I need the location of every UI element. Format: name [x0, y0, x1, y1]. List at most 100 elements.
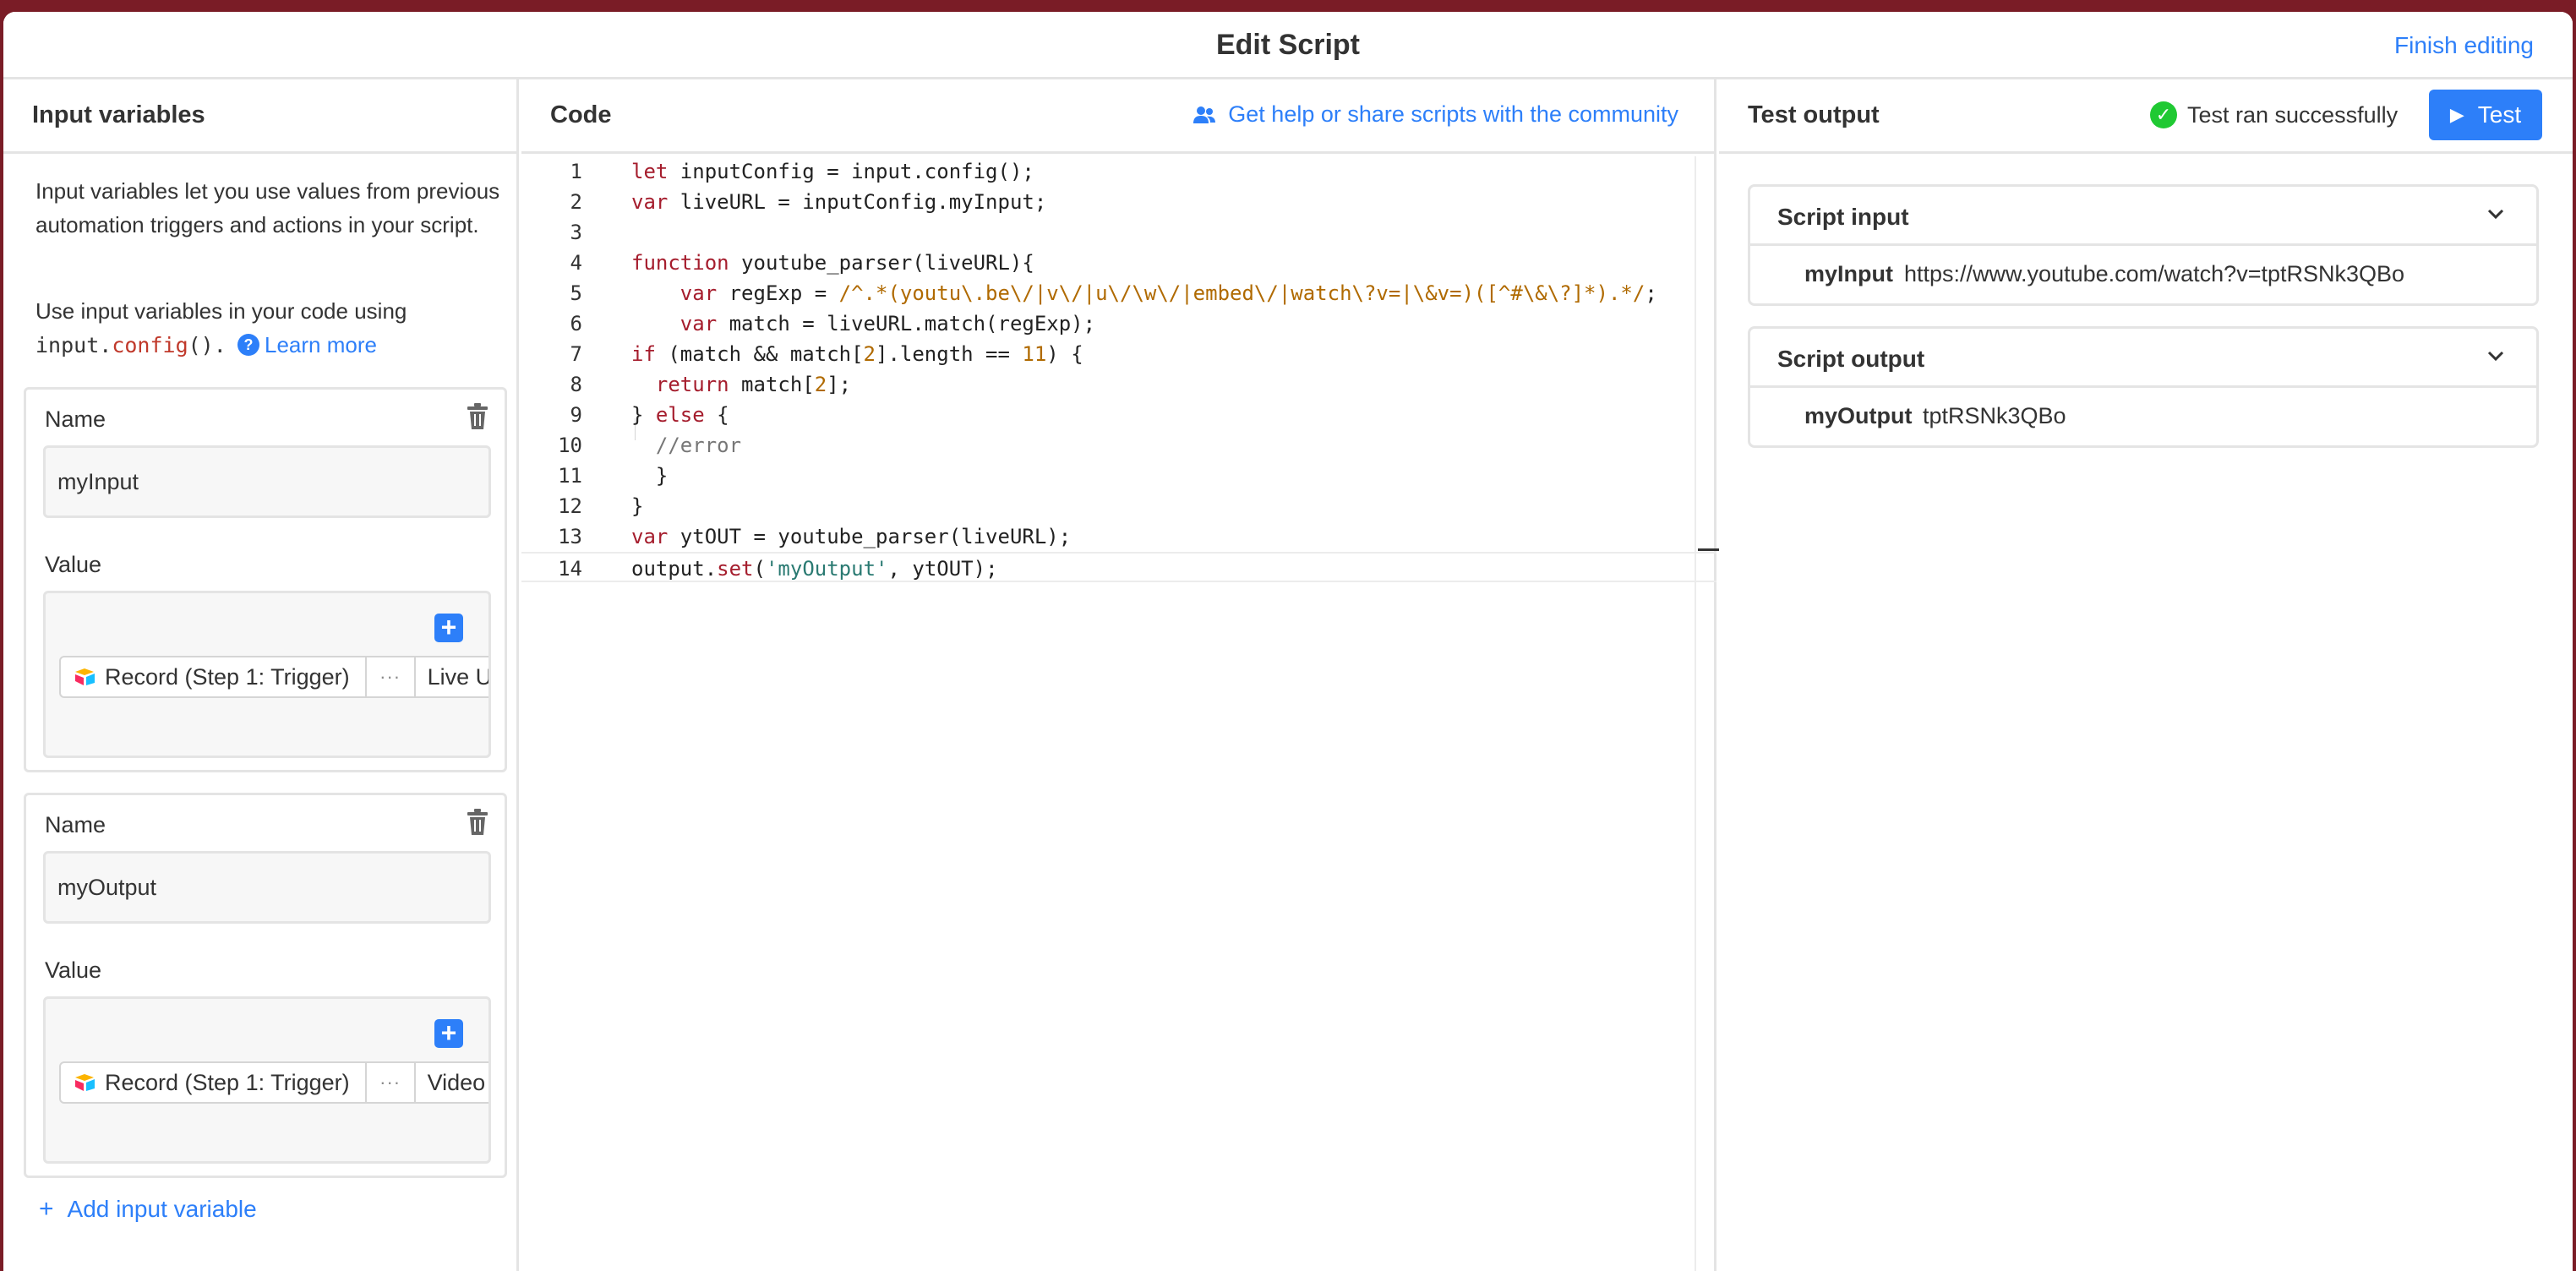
token-field[interactable]: Live U: [416, 657, 488, 696]
chevron-down-icon[interactable]: [2486, 204, 2506, 224]
code-line-active: 14 output.set('myOutput', ytOUT);: [521, 552, 1716, 582]
test-button-label: Test: [2477, 101, 2522, 128]
code-line: 8 return match[2];: [521, 369, 1716, 400]
value-token[interactable]: Record (Step 1: Trigger) ··· Live U: [59, 656, 488, 698]
airtable-logo-icon: [75, 1074, 95, 1091]
script-output-title: Script output: [1777, 346, 1925, 372]
code-header: Code Get help or share scripts with the …: [521, 79, 1714, 154]
script-input-title: Script input: [1777, 204, 1909, 230]
script-input-card: Script input myInput https://www.youtube…: [1748, 184, 2539, 306]
usage-code-obj: input.: [35, 333, 112, 357]
code-line: 7 if (match && match[2].length == 11) {: [521, 339, 1716, 369]
code-line: 6 var match = liveURL.match(regExp);: [521, 308, 1716, 339]
value-label: Value: [45, 957, 102, 983]
input-variables-title: Input variables: [32, 101, 205, 128]
line-number: 13: [558, 525, 582, 548]
variable-value-field[interactable]: + Record (Step 1: Trigger) ··· Video: [43, 996, 491, 1164]
plus-icon: +: [39, 1195, 54, 1223]
script-input-header[interactable]: Script input: [1750, 187, 2536, 246]
community-link[interactable]: Get help or share scripts with the commu…: [1192, 101, 1678, 128]
token-source[interactable]: Record (Step 1: Trigger): [61, 657, 367, 696]
script-input-key: myInput: [1804, 261, 1893, 286]
edit-script-dialog: Edit Script Finish editing Input variabl…: [3, 12, 2573, 1271]
line-number: 5: [570, 281, 582, 305]
usage-text: Use input variables in your code using: [35, 298, 407, 324]
code-line: 13 var ytOUT = youtube_parser(liveURL);: [521, 521, 1716, 552]
input-variables-description: Input variables let you use values from …: [35, 178, 500, 237]
users-icon: [1193, 106, 1216, 123]
script-output-key: myOutput: [1804, 403, 1913, 428]
variable-name-input[interactable]: myOutput: [43, 851, 491, 924]
code-line: 11 }: [521, 461, 1716, 491]
code-panel: Code Get help or share scripts with the …: [521, 79, 1720, 1271]
add-input-variable-button[interactable]: + Add input variable: [39, 1195, 257, 1224]
community-link-label: Get help or share scripts with the commu…: [1228, 101, 1678, 127]
token-more-icon[interactable]: ···: [367, 1063, 416, 1102]
line-number: 7: [570, 342, 582, 366]
code-line: 1 let inputConfig = input.config();: [521, 156, 1716, 187]
token-more-icon[interactable]: ···: [367, 657, 416, 696]
value-label: Value: [45, 552, 102, 577]
learn-more-link[interactable]: Learn more: [265, 332, 377, 357]
chevron-down-icon[interactable]: [2486, 346, 2506, 366]
script-input-value: https://www.youtube.com/watch?v=tptRSNk3…: [1904, 261, 2405, 286]
line-number: 11: [558, 464, 582, 488]
name-label: Name: [45, 812, 106, 837]
token-source-label: Record (Step 1: Trigger): [105, 663, 350, 690]
token-source-label: Record (Step 1: Trigger): [105, 1069, 350, 1095]
token-field[interactable]: Video: [416, 1063, 486, 1102]
test-button[interactable]: ▶ Test: [2429, 90, 2542, 140]
test-output-header: Test output ✓ Test ran successfully ▶ Te…: [1719, 79, 2573, 154]
script-output-value: tptRSNk3QBo: [1923, 403, 2066, 428]
script-output-row: myOutput tptRSNk3QBo: [1750, 388, 2536, 445]
line-number: 14: [558, 557, 582, 581]
code-line: 12}: [521, 491, 1716, 521]
token-source[interactable]: Record (Step 1: Trigger): [61, 1063, 367, 1102]
play-icon: ▶: [2449, 104, 2464, 125]
help-icon: ?: [237, 334, 260, 357]
code-line: 5 var regExp = /^.*(youtu\.be\/|v\/|u\/\…: [521, 278, 1716, 308]
test-output-panel: Test output ✓ Test ran successfully ▶ Te…: [1719, 79, 2573, 1271]
script-output-header[interactable]: Script output: [1750, 329, 2536, 388]
code-line: 9} else {: [521, 400, 1716, 430]
line-number: 6: [570, 312, 582, 335]
name-label: Name: [45, 406, 106, 432]
input-variables-usage: Use input variables in your code using i…: [35, 294, 509, 363]
line-number: 2: [570, 190, 582, 214]
test-status: ✓ Test ran successfully: [2150, 101, 2398, 128]
line-number: 1: [570, 160, 582, 183]
input-variable-card: Name myOutput Value + Record (Step 1: Tr…: [24, 793, 507, 1178]
airtable-logo-icon: [75, 668, 95, 685]
value-token[interactable]: Record (Step 1: Trigger) ··· Video: [59, 1061, 488, 1104]
code-editor[interactable]: 1 let inputConfig = input.config(); 2 var …: [521, 156, 1720, 1271]
script-output-card: Script output myOutput tptRSNk3QBo: [1748, 326, 2539, 448]
variable-value-field[interactable]: + Record (Step 1: Trigger) ··· Live U: [43, 591, 491, 758]
code-line: 4 function youtube_parser(liveURL){: [521, 248, 1716, 278]
trash-icon[interactable]: [466, 809, 489, 836]
test-status-label: Test ran successfully: [2187, 101, 2399, 128]
add-token-button[interactable]: +: [434, 1019, 463, 1048]
trash-icon[interactable]: [466, 403, 489, 430]
line-number: 10: [558, 434, 582, 457]
line-number: 4: [570, 251, 582, 275]
code-line: 2 var liveURL = inputConfig.myInput;: [521, 187, 1716, 217]
script-input-row: myInput https://www.youtube.com/watch?v=…: [1750, 246, 2536, 303]
line-number: 8: [570, 373, 582, 396]
dialog-title: Edit Script: [1215, 29, 1361, 61]
input-variable-card: Name myInput Value + Record (Step 1: Tri…: [24, 387, 507, 772]
line-number: 3: [570, 221, 582, 244]
line-number: 9: [570, 403, 582, 427]
finish-editing-button[interactable]: Finish editing: [2394, 32, 2534, 59]
code-line: 3: [521, 217, 1716, 248]
dialog-header: Edit Script Finish editing: [3, 12, 2573, 79]
variable-name-input[interactable]: myInput: [43, 445, 491, 518]
add-input-variable-label: Add input variable: [67, 1196, 257, 1222]
test-output-title: Test output: [1748, 101, 1880, 128]
line-number: 12: [558, 494, 582, 518]
code-line: 10 //error: [521, 430, 1716, 461]
input-variables-header: Input variables: [3, 79, 516, 154]
check-circle-icon: ✓: [2150, 101, 2177, 128]
add-token-button[interactable]: +: [434, 614, 463, 642]
usage-code-suffix: ().: [188, 333, 226, 357]
code-title: Code: [550, 101, 612, 128]
